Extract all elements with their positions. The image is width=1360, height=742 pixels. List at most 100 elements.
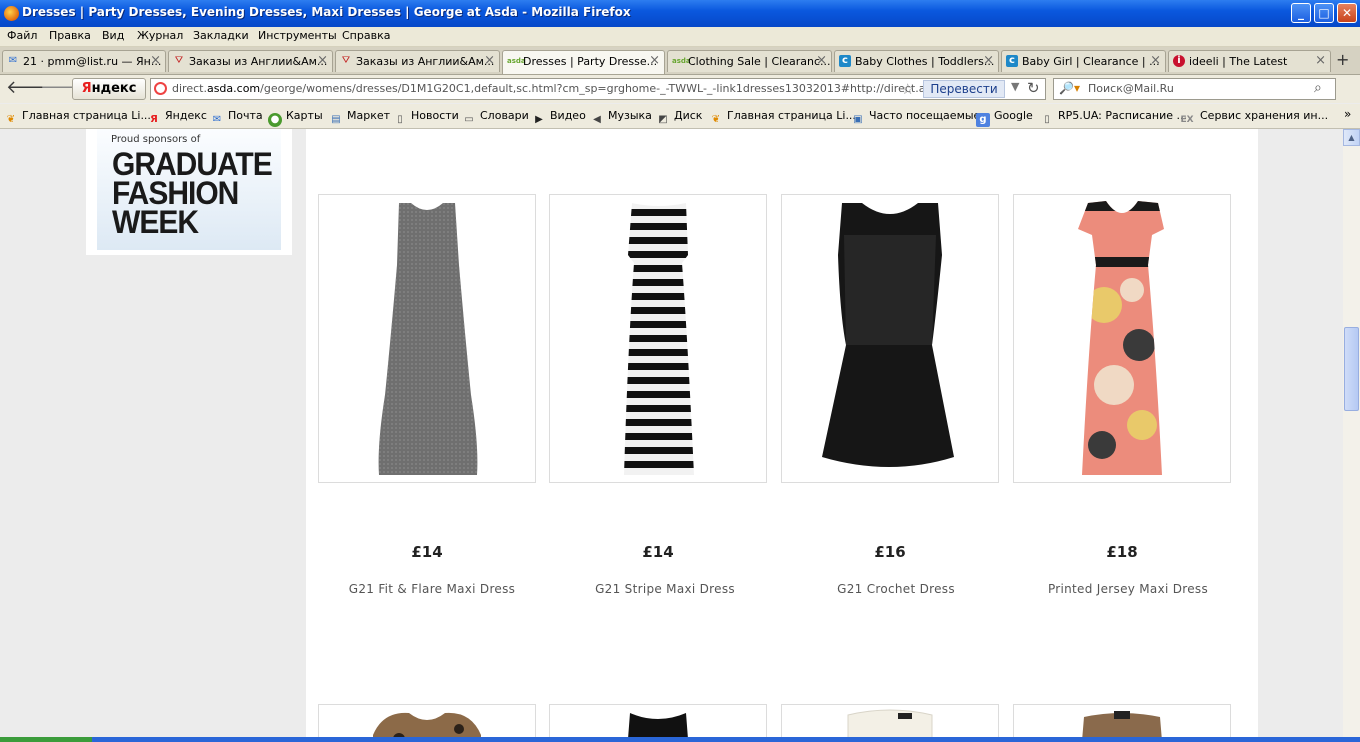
tab-ideeli[interactable]: i ideeli | The Latest ×	[1168, 50, 1331, 72]
tab-close-icon[interactable]: ×	[1315, 54, 1326, 67]
url-dropdown-chevron-icon[interactable]: ▼	[1011, 80, 1019, 93]
bookmark-star-icon[interactable]: ☆	[901, 80, 914, 98]
reload-icon[interactable]: ↻	[1027, 79, 1040, 97]
sponsor-text: Proud sponsors of	[111, 134, 201, 145]
tab-mail[interactable]: ✉ 21 · pmm@list.ru — Ян... ×	[2, 50, 166, 72]
product-name-link[interactable]: G21 Stripe Maxi Dress	[556, 582, 774, 596]
tab-close-icon[interactable]: ×	[484, 54, 495, 67]
bookmark-item[interactable]: ◀ Музыка	[590, 109, 652, 127]
tab-baby-girl[interactable]: c Baby Girl | Clearance | ... ×	[1001, 50, 1166, 72]
yandex-logo-letter: Я	[81, 81, 92, 96]
menu-bookmarks[interactable]: Закладки	[193, 29, 249, 42]
product-name-link[interactable]: G21 Fit & Flare Maxi Dress	[323, 582, 541, 596]
banner-line: WEEK	[112, 204, 199, 241]
close-window-button[interactable]: ✕	[1337, 3, 1357, 23]
page-icon: ▯	[397, 114, 403, 125]
tab-orders-1[interactable]: ⛛ Заказы из Англии&Ам... ×	[168, 50, 333, 72]
bookmark-label: Диск	[674, 109, 703, 122]
bookmark-label: Часто посещаемые	[869, 109, 981, 122]
asda-logo-icon: asda	[507, 57, 526, 65]
disk-icon: ◩	[658, 114, 668, 125]
bookmark-item[interactable]: Я Яндекс	[147, 109, 207, 127]
asda-logo-icon: asda	[672, 57, 691, 65]
product-image-card[interactable]	[318, 194, 536, 483]
bookmark-item[interactable]: ▭ Словари	[462, 109, 529, 127]
bookmark-label: Почта	[228, 109, 263, 122]
search-bar[interactable]: 🔎▾ Поиск@Mail.Ru ⌕	[1053, 78, 1336, 100]
menu-edit[interactable]: Правка	[49, 29, 91, 42]
tab-close-icon[interactable]: ×	[1150, 54, 1161, 67]
page-icon: ▯	[1044, 114, 1050, 125]
search-input[interactable]: Поиск@Mail.Ru	[1088, 82, 1174, 95]
scrollbar-thumb[interactable]	[1344, 327, 1359, 411]
bookmark-label: Яндекс	[165, 109, 207, 122]
bookmark-item[interactable]: ◩ Диск	[656, 109, 702, 127]
triangle-logo-icon: ⛛	[341, 55, 351, 66]
tab-label: Baby Girl | Clearance | ...	[1022, 55, 1160, 68]
tab-close-icon[interactable]: ×	[816, 54, 827, 67]
product-image-card[interactable]	[781, 194, 999, 483]
menu-view[interactable]: Вид	[102, 29, 124, 42]
folder-icon: ▣	[853, 114, 863, 125]
google-icon: g	[976, 113, 990, 127]
bookmark-label: Новости	[411, 109, 459, 122]
bookmark-item[interactable]: ❦ Главная страница Li...	[709, 109, 856, 127]
url-text[interactable]: direct.asda.com/george/womens/dresses/D1…	[172, 82, 996, 95]
bookmarks-overflow-chevron-icon[interactable]: »	[1344, 107, 1351, 121]
bookmark-item[interactable]: ▣ Часто посещаемые	[851, 109, 980, 127]
bookmark-item[interactable]: ❦ Главная страница Li...	[4, 109, 151, 127]
menu-help[interactable]: Справка	[342, 29, 390, 42]
bookmark-item[interactable]: ● Карты	[268, 109, 323, 127]
bookmark-item[interactable]: g Google	[976, 109, 1033, 127]
window-titlebar[interactable]: Dresses | Party Dresses, Evening Dresses…	[0, 0, 1360, 27]
tab-close-icon[interactable]: ×	[983, 54, 994, 67]
search-magnifier-icon[interactable]: ⌕	[1314, 80, 1322, 96]
bookmark-item[interactable]: ✉ Почта	[210, 109, 263, 127]
tab-dresses[interactable]: asda Dresses | Party Dresse... ×	[502, 50, 665, 74]
printed-maxi-dress-image	[1078, 201, 1164, 475]
bookmark-item[interactable]: EX Сервис хранения ин...	[1178, 109, 1328, 127]
yandex-button[interactable]: Яндекс	[72, 78, 146, 100]
minimize-button[interactable]: _	[1291, 3, 1311, 23]
graduate-fashion-week-banner[interactable]: Proud sponsors of GRADUATE FASHION WEEK	[97, 129, 281, 250]
yandex-icon: Я	[150, 114, 158, 125]
speaker-icon: ◀	[593, 114, 601, 125]
product-price: £18	[1106, 543, 1138, 561]
vertical-scrollbar[interactable]: ▲	[1343, 129, 1360, 742]
bookmark-label: Главная страница Li...	[22, 109, 151, 122]
tab-clothing-sale[interactable]: asda Clothing Sale | Clearanc... ×	[667, 50, 832, 72]
product-name-link[interactable]: Printed Jersey Maxi Dress	[1019, 582, 1237, 596]
product-image-card[interactable]	[549, 194, 767, 483]
site-identity-icon[interactable]	[154, 82, 167, 95]
address-bar[interactable]: direct.asda.com/george/womens/dresses/D1…	[150, 78, 1046, 100]
page-viewport: Proud sponsors of GRADUATE FASHION WEEK	[0, 129, 1343, 742]
forward-arrow-icon[interactable]: 🡒	[40, 77, 88, 99]
product-name-link[interactable]: G21 Crochet Dress	[787, 582, 1005, 596]
bookmark-item[interactable]: ▯ Новости	[393, 109, 459, 127]
scroll-up-arrow-icon[interactable]: ▲	[1343, 129, 1360, 146]
maximize-button[interactable]: □	[1314, 3, 1334, 23]
menu-tools[interactable]: Инструменты	[258, 29, 337, 42]
triangle-logo-icon: ⛛	[174, 55, 184, 66]
bookmark-item[interactable]: ▯ RP5.UA: Расписание ...	[1040, 109, 1187, 127]
url-path: /george/womens/dresses/D1M1G20C1,default…	[260, 82, 997, 95]
back-arrow-icon[interactable]: 🡐	[6, 77, 54, 99]
tab-close-icon[interactable]: ×	[150, 54, 161, 67]
tab-close-icon[interactable]: ×	[317, 54, 328, 67]
translate-button[interactable]: Перевести	[923, 80, 1005, 98]
sidebar-promo[interactable]: Proud sponsors of GRADUATE FASHION WEEK	[86, 129, 292, 255]
bookmark-item[interactable]: ▤ Маркет	[329, 109, 390, 127]
product-image-card[interactable]	[1013, 194, 1231, 483]
tab-bar: ✉ 21 · pmm@list.ru — Ян... × ⛛ Заказы из…	[0, 47, 1360, 75]
search-provider-icon[interactable]: 🔎▾	[1059, 81, 1080, 95]
tab-baby-clothes[interactable]: c Baby Clothes | Toddlers... ×	[834, 50, 999, 72]
bird-logo-icon: ❦	[6, 114, 16, 125]
tab-close-icon[interactable]: ×	[649, 54, 660, 67]
ex-logo-icon: EX	[1180, 115, 1194, 125]
bookmark-item[interactable]: ▶ Видео	[532, 109, 586, 127]
bookmark-label: Сервис хранения ин...	[1200, 109, 1329, 122]
new-tab-plus-icon[interactable]: +	[1336, 50, 1349, 69]
tab-orders-2[interactable]: ⛛ Заказы из Англии&Ам... ×	[335, 50, 500, 72]
menu-history[interactable]: Журнал	[137, 29, 183, 42]
menu-file[interactable]: Файл	[7, 29, 37, 42]
